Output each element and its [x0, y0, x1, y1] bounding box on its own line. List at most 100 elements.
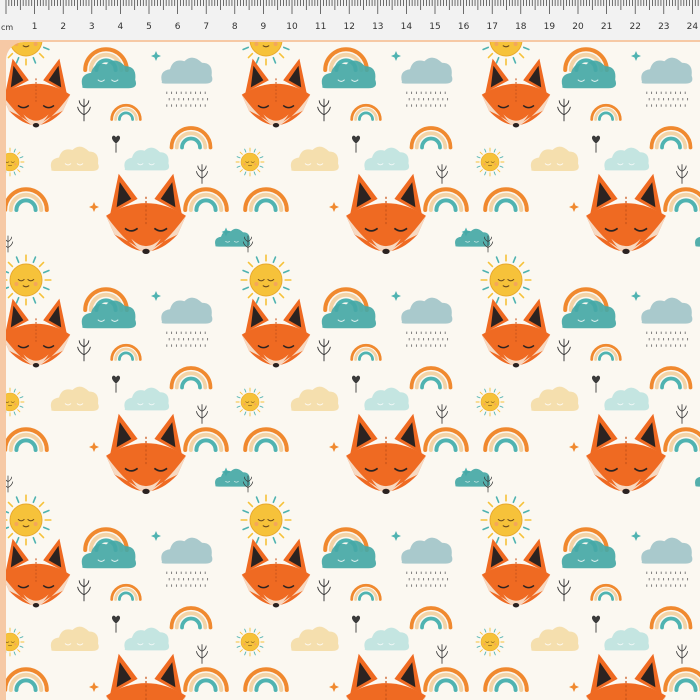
- kids-fox-sun-rainbow-pattern: [6, 42, 700, 700]
- rainbow-icon: [590, 343, 622, 361]
- cloud-icon: [530, 146, 579, 171]
- ruler-number: 3: [89, 22, 95, 32]
- heart-icon: [351, 375, 361, 393]
- rain-cloud-icon: [641, 297, 693, 347]
- rainbow-icon: [409, 366, 453, 390]
- sun-icon: [240, 254, 292, 306]
- ruler-number: 4: [118, 22, 124, 32]
- cloud-icon: [50, 386, 99, 411]
- rainbow-icon: [6, 427, 49, 453]
- star-icon: [569, 202, 579, 212]
- ruler-number: 16: [458, 22, 470, 32]
- ruler-number: 20: [572, 22, 584, 32]
- sun-icon: [6, 254, 52, 306]
- rainbow-icon: [183, 427, 229, 453]
- cloud-icon: [215, 468, 251, 487]
- fox-icon: [346, 413, 426, 495]
- rainbow-icon: [663, 667, 700, 693]
- sun-icon: [475, 387, 505, 417]
- rainbow-icon: [6, 187, 49, 213]
- heart-icon: [111, 135, 121, 153]
- star-icon: [89, 442, 99, 452]
- ruler-number: 18: [515, 22, 527, 32]
- heart-icon: [591, 615, 601, 633]
- fox-icon: [6, 298, 71, 368]
- cloud-icon: [604, 147, 650, 171]
- rainbow-icon: [483, 427, 529, 453]
- fox-icon: [241, 298, 311, 368]
- plant-sprig-icon: [317, 98, 331, 122]
- cloud-icon: [290, 146, 339, 171]
- ruler-number: 15: [429, 22, 440, 32]
- rainbow-icon: [350, 103, 382, 121]
- cloud-icon: [604, 387, 650, 411]
- fox-icon: [106, 413, 186, 495]
- sun-icon: [240, 494, 292, 546]
- ruler-scale: cm 1 2 3 4 5 6 7 8 9 10 11 12 13 14 15 16 17 18 19 20 21 22 23 2…: [1, 0, 699, 32]
- fox-icon: [106, 653, 186, 700]
- sun-icon: [480, 254, 532, 306]
- plant-sprig-icon: [6, 475, 14, 493]
- cloud-icon: [364, 627, 410, 651]
- ruler-number: 12: [343, 22, 354, 32]
- sun-icon: [6, 147, 25, 177]
- cloud-icon: [124, 627, 170, 651]
- rainbow-icon: [663, 427, 700, 453]
- rain-cloud-icon: [641, 57, 693, 107]
- cloud-icon: [124, 387, 170, 411]
- heart-icon: [591, 135, 601, 153]
- cloud-icon: [455, 228, 491, 247]
- sun-icon: [480, 494, 532, 546]
- ruler-number: 1: [32, 22, 38, 32]
- plant-sprig-icon: [557, 578, 571, 602]
- heart-icon: [111, 375, 121, 393]
- cloud-icon: [455, 468, 491, 487]
- star-icon: [89, 682, 99, 692]
- measurement-ruler: cm 1 2 3 4 5 6 7 8 9 10 11 12 13 14 15 16 17 18 19 20 21 22 23 2…: [0, 0, 700, 41]
- ruler-number: 9: [261, 22, 267, 32]
- rainbow-icon: [243, 667, 289, 693]
- rainbow-icon: [243, 187, 289, 213]
- plant-sprig-icon: [77, 578, 91, 602]
- plant-sprig-icon: [195, 404, 209, 424]
- rainbow-icon: [649, 366, 693, 390]
- ruler-number: 7: [203, 22, 209, 32]
- cloud-icon: [364, 387, 410, 411]
- star-icon: [329, 202, 339, 212]
- plant-sprig-icon: [317, 578, 331, 602]
- rain-cloud-icon: [401, 297, 453, 347]
- rainbow-icon: [110, 343, 142, 361]
- plant-sprig-icon: [435, 164, 449, 184]
- heart-icon: [111, 615, 121, 633]
- rainbow-icon: [483, 667, 529, 693]
- cloud-icon: [215, 228, 251, 247]
- cloud-icon: [530, 626, 579, 651]
- star-icon: [391, 291, 401, 301]
- plant-sprig-icon: [557, 98, 571, 122]
- cloud-icon: [364, 147, 410, 171]
- plant-sprig-icon: [317, 338, 331, 362]
- rainbow-icon: [183, 187, 229, 213]
- ruler-number: 23: [658, 22, 669, 32]
- rain-cloud-icon: [161, 57, 213, 107]
- plant-sprig-icon: [435, 644, 449, 664]
- rainbow-icon: [590, 103, 622, 121]
- ruler-number: 2: [60, 22, 66, 32]
- plant-sprig-icon: [435, 404, 449, 424]
- fox-icon: [241, 58, 311, 128]
- sun-icon: [235, 387, 265, 417]
- rainbow-icon: [243, 427, 289, 453]
- star-icon: [631, 51, 641, 61]
- ruler-number: 5: [146, 22, 152, 32]
- fox-icon: [481, 538, 551, 608]
- ruler-number: 21: [601, 22, 612, 32]
- ruler-number: 10: [286, 22, 298, 32]
- star-icon: [329, 442, 339, 452]
- fox-icon: [6, 538, 71, 608]
- cloud-icon: [50, 626, 99, 651]
- ruler-number: 22: [629, 22, 640, 32]
- sun-icon: [6, 627, 25, 657]
- sun-icon: [6, 494, 52, 546]
- ruler-number: 24: [687, 22, 699, 32]
- star-icon: [89, 202, 99, 212]
